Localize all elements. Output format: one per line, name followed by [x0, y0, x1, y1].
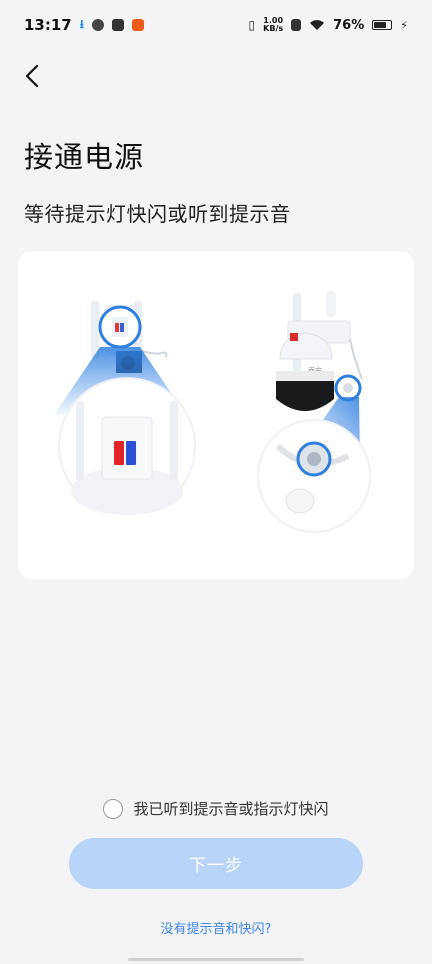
- illustration-card: 乔安: [18, 251, 414, 579]
- confirm-radio[interactable]: [103, 798, 124, 819]
- status-bar: 13:17 ⭳ ▯ 1.00 KB/s 76% ⚡: [0, 0, 432, 50]
- dome-camera-illustration: 乔安: [257, 291, 371, 533]
- chevron-left-icon: [25, 64, 39, 88]
- no-tone-help-link[interactable]: 没有提示音和快闪?: [0, 918, 432, 937]
- mail-icon: [111, 19, 124, 31]
- charging-icon: ⚡: [400, 18, 408, 32]
- back-button[interactable]: [14, 58, 50, 94]
- battery-percent: 76%: [333, 17, 365, 33]
- status-time: 13:17: [24, 16, 72, 34]
- net-speed-unit: KB/s: [263, 24, 284, 33]
- camera-illustration: 乔安: [54, 291, 371, 533]
- page-subtitle: 等待提示灯快闪或听到提示音: [24, 202, 291, 226]
- net-speed: 1.00 KB/s: [263, 17, 283, 33]
- confirm-checkbox-row[interactable]: 我已听到提示音或指示灯快闪: [0, 798, 432, 819]
- download-icon: ⭳: [79, 16, 84, 31]
- battery-fill: [374, 22, 386, 28]
- confirm-label: 我已听到提示音或指示灯快闪: [133, 800, 329, 818]
- vibrate-icon: ▯: [248, 18, 256, 32]
- signal-off-icon: [291, 19, 302, 31]
- home-indicator: [128, 958, 304, 961]
- next-button[interactable]: 下一步: [69, 838, 363, 889]
- bullet-camera-illustration: [54, 301, 196, 515]
- wifi-icon: [310, 20, 325, 30]
- status-right: ▯ 1.00 KB/s 76% ⚡: [249, 17, 408, 33]
- page-title: 接通电源: [24, 140, 145, 174]
- app-notification-icon: [91, 19, 104, 31]
- status-left: 13:17 ⭳: [24, 15, 144, 36]
- battery-icon: [372, 20, 393, 30]
- shopping-app-icon: [131, 19, 144, 31]
